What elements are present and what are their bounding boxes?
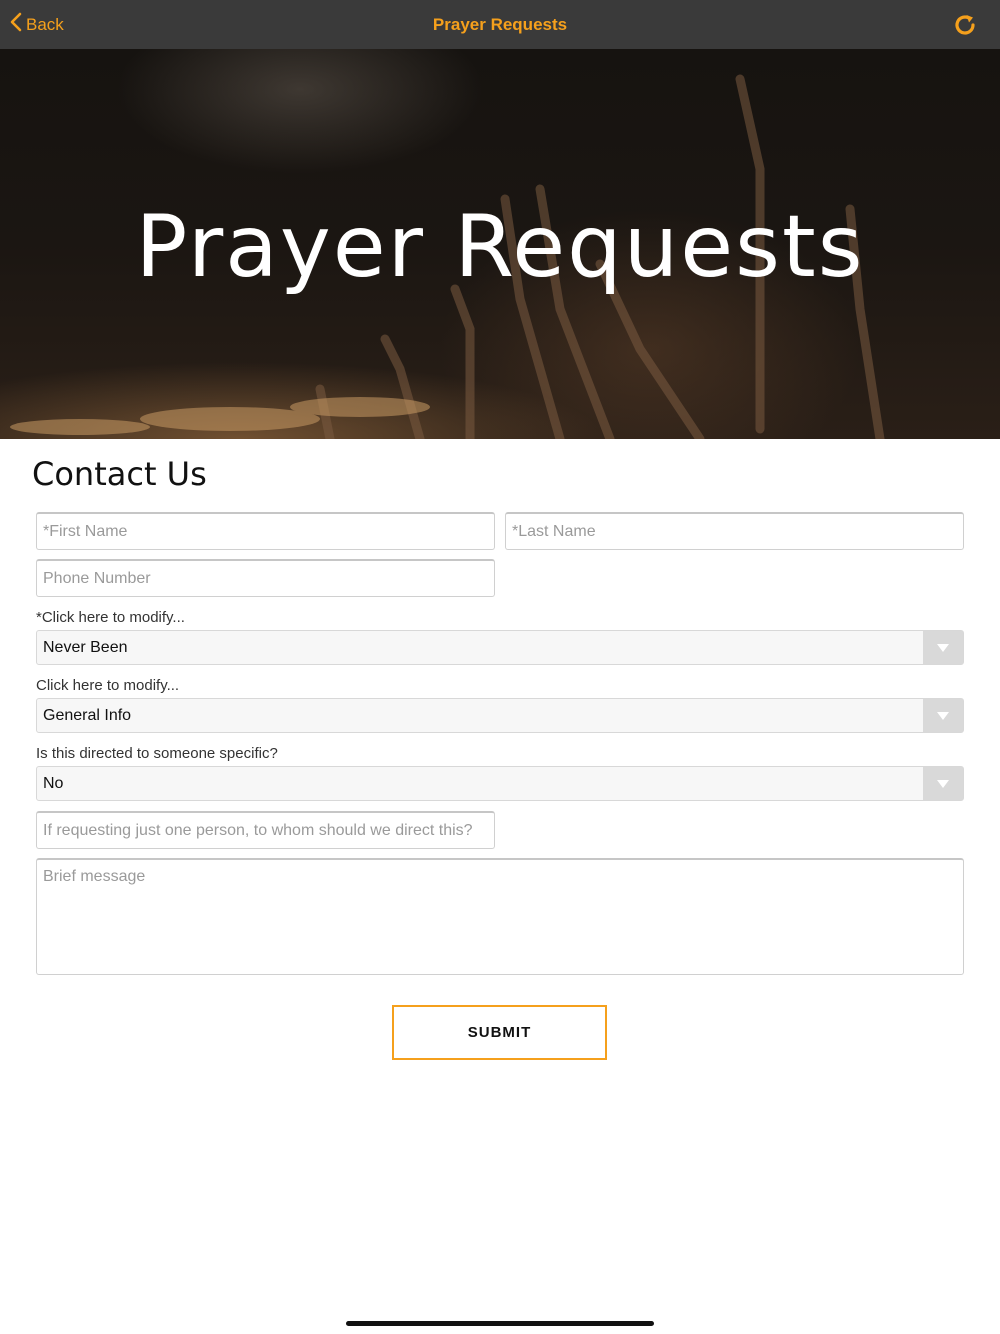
directed-select[interactable]: No — [36, 766, 964, 801]
section-title: Contact Us — [32, 455, 207, 493]
directed-select-value: No — [43, 775, 64, 792]
attendance-select[interactable]: Never Been — [36, 630, 964, 665]
phone-number-input[interactable] — [36, 559, 495, 597]
refresh-icon — [952, 15, 978, 42]
back-button[interactable]: Back — [10, 0, 64, 49]
navigation-bar: Back Prayer Requests — [0, 0, 1000, 49]
page-title: Prayer Requests — [432, 14, 568, 34]
submit-button[interactable]: SUBMIT — [392, 1005, 607, 1060]
hero-banner: Prayer Requests — [0, 49, 1000, 439]
chevron-left-icon — [10, 12, 26, 37]
direct-to-person-input[interactable] — [36, 811, 495, 849]
hero-title: Prayer Requests — [135, 197, 865, 297]
dropdown-arrow-icon — [923, 631, 963, 664]
attendance-select-value: Never Been — [43, 639, 128, 656]
dropdown-arrow-icon — [923, 767, 963, 800]
request-type-select-label: Click here to modify... — [36, 677, 180, 694]
attendance-select-label: *Click here to modify... — [36, 609, 185, 626]
message-textarea[interactable] — [36, 858, 964, 975]
first-name-input[interactable] — [36, 512, 495, 550]
refresh-button[interactable] — [952, 12, 978, 38]
request-type-select-value: General Info — [43, 707, 132, 724]
back-label: Back — [26, 14, 64, 34]
directed-select-label: Is this directed to someone specific? — [36, 745, 278, 762]
last-name-input[interactable] — [505, 512, 964, 550]
dropdown-arrow-icon — [923, 699, 963, 732]
request-type-select[interactable]: General Info — [36, 698, 964, 733]
home-indicator — [346, 1321, 654, 1326]
